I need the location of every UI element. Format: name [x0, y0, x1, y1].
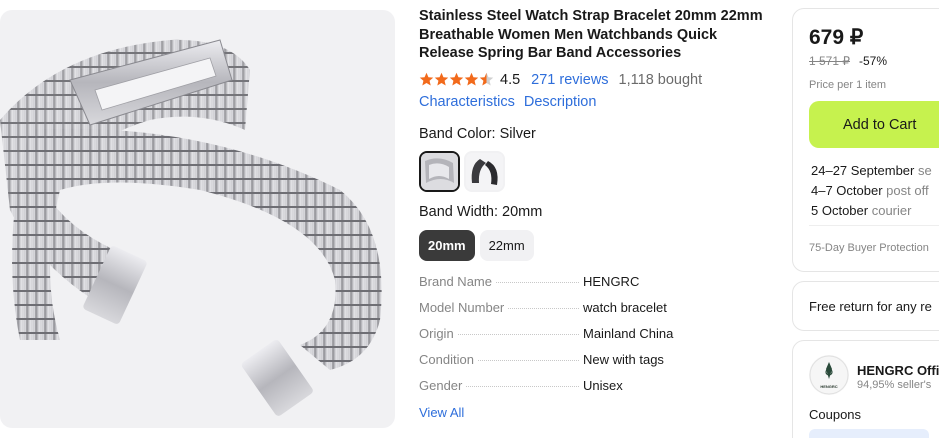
store-logo-text: HENGRC — [820, 384, 838, 389]
spec-key: Brand Name — [419, 273, 492, 289]
delivery-option[interactable]: 4–7 October post off — [811, 181, 932, 201]
star-icon — [449, 72, 464, 86]
spec-row: Origin Mainland China — [419, 326, 719, 352]
delivery-date: 5 October — [811, 203, 869, 218]
specs-list: Brand Name HENGRC Model Number watch bra… — [419, 274, 719, 404]
buy-box: 679 ₽ 1 571 ₽ -57% Price per 1 item Add … — [792, 8, 939, 272]
swatch-black[interactable] — [464, 150, 505, 192]
add-to-cart-button[interactable]: Add to Cart — [809, 101, 939, 148]
spec-value: Mainland China — [583, 325, 674, 341]
spec-value: Unisex — [583, 377, 623, 393]
product-page: Stainless Steel Watch Strap Bracelet 20m… — [0, 0, 939, 438]
free-return-box[interactable]: Free return for any re — [792, 281, 939, 331]
delivery-method: courier — [871, 203, 912, 218]
price-details: 1 571 ₽ -57% — [809, 54, 939, 68]
divider — [809, 225, 939, 226]
product-info: Stainless Steel Watch Strap Bracelet 20m… — [419, 7, 779, 420]
old-price: 1 571 ₽ — [809, 54, 850, 68]
buyer-protection[interactable]: 75-Day Buyer Protection — [809, 242, 929, 254]
half-star-icon — [479, 72, 494, 86]
spec-key: Model Number — [419, 299, 505, 315]
spec-value: HENGRC — [583, 273, 640, 289]
delivery-date: 4–7 October — [811, 183, 883, 198]
spec-dots — [508, 307, 579, 309]
bought-count: 1,118 bought — [618, 71, 703, 88]
spec-value: New with tags — [583, 351, 664, 367]
silver-band-thumbnail — [421, 152, 458, 190]
coupon-chip[interactable] — [809, 429, 929, 438]
spec-dots — [495, 281, 579, 283]
spec-value: watch bracelet — [583, 299, 667, 315]
spec-key: Condition — [419, 351, 474, 367]
width-option-20mm[interactable]: 20mm — [419, 229, 475, 261]
characteristics-link[interactable]: Characteristics — [419, 94, 515, 110]
store-rating: 94,95% seller's — [857, 379, 932, 391]
rating-value: 4.5 — [500, 71, 521, 88]
section-links: Characteristics Description — [419, 94, 779, 110]
color-swatches — [419, 150, 779, 192]
store-logo[interactable]: HENGRC — [809, 355, 849, 395]
band-color-label: Band Color: Silver — [419, 125, 536, 142]
spec-row: Model Number watch bracelet — [419, 300, 719, 326]
watch-bracelet-photo — [0, 39, 382, 416]
product-image[interactable] — [0, 10, 395, 428]
delivery-date: 24–27 September — [811, 163, 915, 178]
discount-badge: -57% — [859, 54, 888, 68]
reviews-link[interactable]: 271 reviews — [531, 72, 608, 88]
delivery-option[interactable]: 24–27 September se — [811, 161, 932, 181]
spec-row: Condition New with tags — [419, 352, 719, 378]
star-icon — [419, 72, 434, 86]
width-option-22mm[interactable]: 22mm — [479, 229, 534, 261]
black-band-thumbnail — [466, 152, 503, 190]
store-box: HENGRC HENGRC Offi 94,95% seller's Coupo… — [792, 340, 939, 438]
swatch-silver[interactable] — [419, 150, 460, 192]
spec-row: Brand Name HENGRC — [419, 274, 719, 300]
view-all-link[interactable]: View All — [419, 405, 779, 420]
store-logo-icon — [809, 355, 849, 395]
price: 679 ₽ — [809, 26, 864, 49]
band-width-label: Band Width: 20mm — [419, 203, 543, 220]
delivery-method: post off — [886, 183, 929, 198]
spec-key: Origin — [419, 325, 454, 341]
coupons-label: Coupons — [809, 407, 862, 422]
description-link[interactable]: Description — [524, 94, 597, 110]
spec-dots — [457, 333, 579, 335]
delivery-option[interactable]: 5 October courier — [811, 201, 932, 221]
delivery-method: se — [917, 163, 932, 178]
product-title: Stainless Steel Watch Strap Bracelet 20m… — [419, 8, 763, 61]
rating-stars — [419, 72, 494, 87]
rating-row: 4.5 271 reviews 1,118 bought — [419, 70, 779, 90]
spec-row: Gender Unisex — [419, 378, 719, 404]
star-icon — [464, 72, 479, 86]
spec-dots — [477, 359, 579, 361]
store-name[interactable]: HENGRC Offi — [857, 363, 939, 378]
free-return-label: Free return for any re — [809, 299, 932, 314]
width-options: 20mm 22mm — [419, 229, 779, 261]
delivery-options: 24–27 September se 4–7 October post off … — [811, 161, 932, 221]
spec-dots — [466, 385, 579, 387]
spec-key: Gender — [419, 377, 463, 393]
star-icon — [434, 72, 449, 86]
price-note: Price per 1 item — [809, 79, 887, 91]
